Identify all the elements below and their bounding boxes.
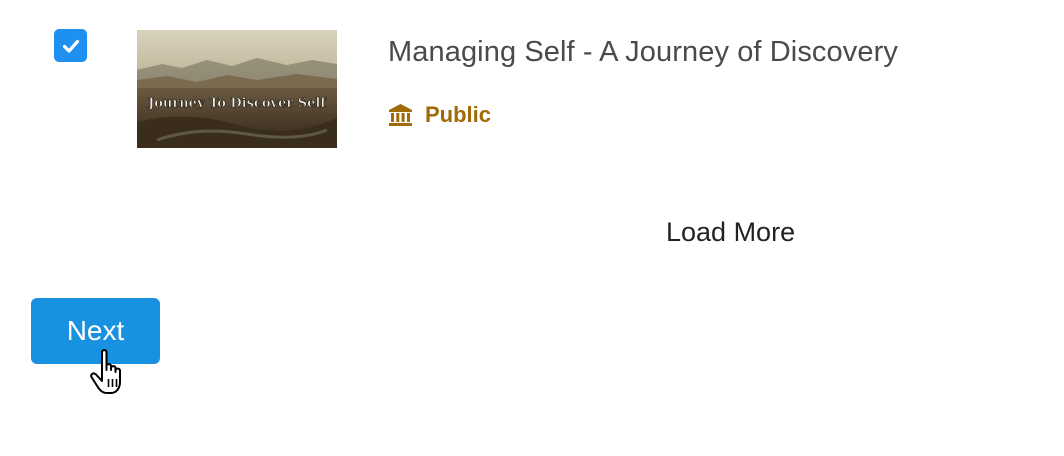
course-checkbox[interactable]: [54, 29, 87, 62]
visibility-label: Public: [425, 102, 492, 127]
thumbnail-caption: Journey To Discover Self: [147, 96, 327, 111]
visibility-status: Public: [388, 100, 491, 130]
load-more-link[interactable]: Load More: [660, 215, 801, 250]
course-title[interactable]: Managing Self - A Journey of Discovery: [388, 36, 898, 69]
checkmark-icon: [62, 39, 79, 53]
course-thumbnail[interactable]: Journey To Discover Self: [137, 30, 337, 148]
bank-icon: [388, 103, 413, 127]
course-selection-screen: Journey To Discover Self Managing Self -…: [0, 0, 1064, 456]
next-button[interactable]: Next: [31, 298, 160, 364]
course-thumbnail-image: Journey To Discover Self: [137, 30, 337, 148]
